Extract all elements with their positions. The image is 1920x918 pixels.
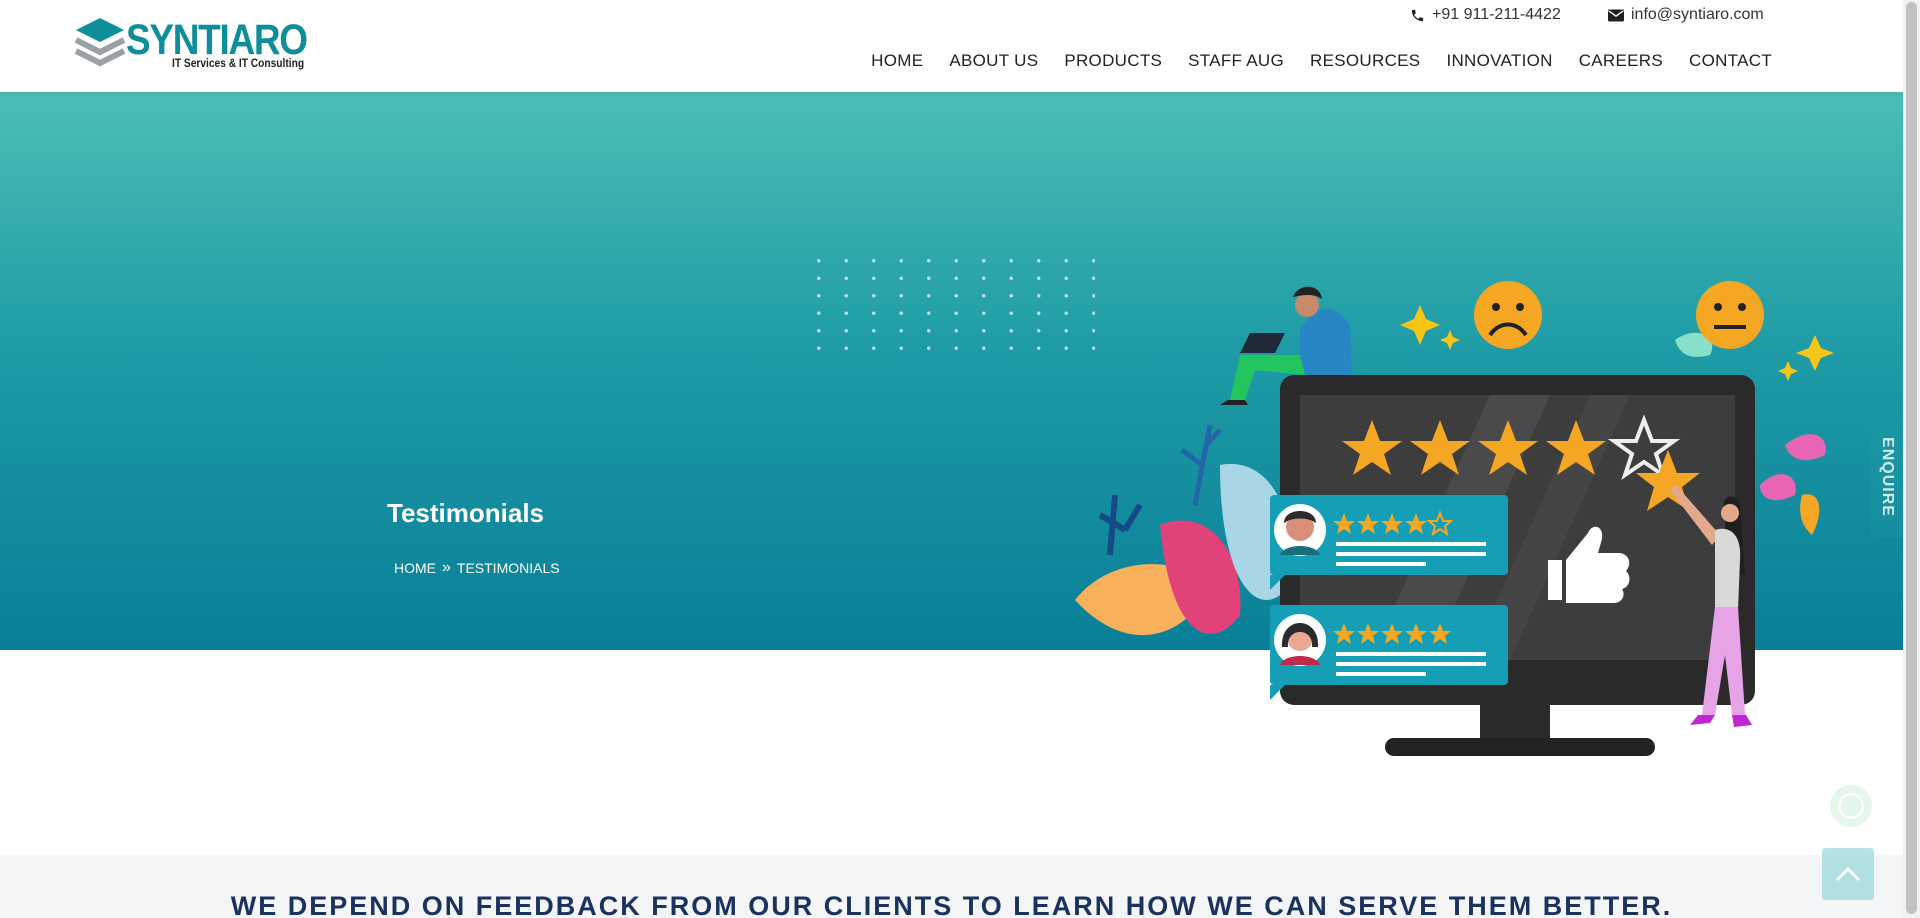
nav-item-careers[interactable]: CAREERS [1579,51,1663,71]
site-header: SYNTIARO IT Services & IT Consulting +91… [0,0,1903,92]
testimonial-illustration [1075,281,1834,756]
feedback-heading: WE DEPEND ON FEEDBACK FROM OUR CLIENTS T… [230,891,1673,918]
phone-number: +91 911-211-4422 [1432,6,1561,23]
nav-item-resources[interactable]: RESOURCES [1310,51,1420,71]
page-scrollbar[interactable] [1903,0,1920,918]
scrollbar-thumb[interactable] [1906,2,1917,914]
page-title: Testimonials [387,498,545,528]
whatsapp-icon [1838,793,1864,819]
whatsapp-button[interactable] [1830,785,1872,827]
sparkle-icon [1400,305,1834,381]
neutral-face-icon [1696,281,1764,349]
dot-pattern [805,252,1095,362]
breadcrumb: HOME » TESTIMONIALS [394,559,560,577]
nav-item-products[interactable]: PRODUCTS [1064,51,1162,71]
email-contact[interactable]: info@syntiaro.com [1608,6,1764,24]
layers-logo-icon [74,18,126,67]
envelope-icon [1608,9,1624,21]
enquire-tab[interactable]: ENQUIRE [1870,416,1904,538]
phone-contact[interactable]: +91 911-211-4422 [1410,6,1561,24]
scroll-to-top-button[interactable] [1822,848,1874,900]
breadcrumb-home-link[interactable]: HOME [394,560,436,576]
email-address: info@syntiaro.com [1631,6,1764,23]
nav-item-staff-aug[interactable]: STAFF AUG [1188,51,1284,71]
main-nav: HOME ABOUT US PRODUCTS STAFF AUG RESOURC… [871,51,1772,71]
chevrons-right-icon: » [442,559,451,576]
nav-item-contact[interactable]: CONTACT [1689,51,1772,71]
breadcrumb-current: TESTIMONIALS [456,560,560,576]
nav-item-about-us[interactable]: ABOUT US [949,51,1038,71]
nav-item-home[interactable]: HOME [871,51,923,71]
brand-logo[interactable]: SYNTIARO IT Services & IT Consulting [74,16,308,74]
phone-icon [1411,9,1424,21]
sad-face-icon [1474,281,1542,349]
nav-item-innovation[interactable]: INNOVATION [1446,51,1552,71]
feedback-section: WE DEPEND ON FEEDBACK FROM OUR CLIENTS T… [0,855,1903,918]
brand-tagline: IT Services & IT Consulting [172,56,305,70]
enquire-label: ENQUIRE [1879,437,1896,517]
chevron-up-icon [1835,866,1861,882]
